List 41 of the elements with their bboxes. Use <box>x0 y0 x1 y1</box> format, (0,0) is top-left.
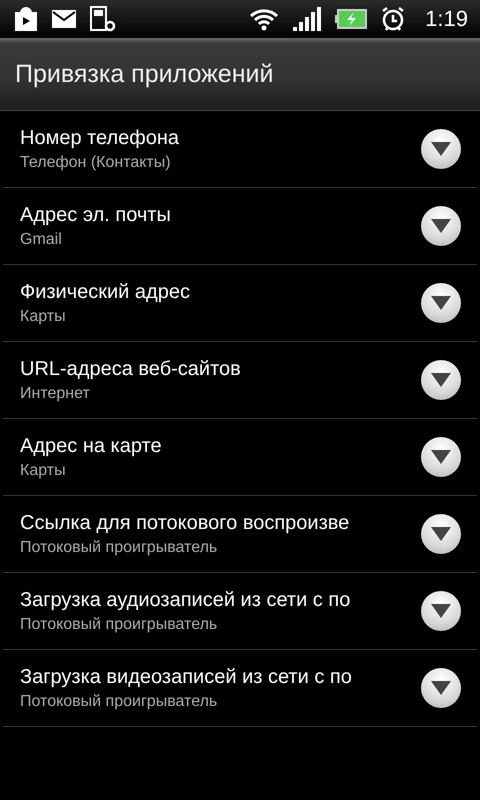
clock-time: 1:19 <box>425 6 468 32</box>
caret-icon <box>431 527 451 541</box>
dropdown-button[interactable] <box>421 129 461 169</box>
item-subtitle: Телефон (Контакты) <box>20 154 171 172</box>
battery-charging-icon <box>335 9 368 29</box>
caret-icon <box>431 681 451 695</box>
signal-icon <box>293 7 322 31</box>
dropdown-button[interactable] <box>421 591 461 631</box>
dropdown-button[interactable] <box>421 283 461 323</box>
item-title: Адрес на карте <box>20 434 162 458</box>
dropdown-button[interactable] <box>421 437 461 477</box>
caret-icon <box>431 450 451 464</box>
caret-icon <box>431 296 451 310</box>
item-subtitle: Интернет <box>20 384 90 402</box>
wifi-icon <box>249 7 280 31</box>
screen-title: Привязка приложений <box>15 60 274 88</box>
item-title: Физический адрес <box>20 280 190 304</box>
item-title: Ссылка для потокового воспроизве <box>20 512 350 534</box>
item-title: Номер телефона <box>20 126 180 150</box>
item-title: Загрузка аудиозаписей из сети с по <box>20 588 350 612</box>
caret-icon <box>431 142 451 156</box>
caret-icon <box>431 219 451 233</box>
item-title: Адрес эл. почты <box>20 204 171 226</box>
item-title: Загрузка видеозаписей из сети с по <box>20 666 352 688</box>
item-subtitle: Карты <box>20 462 66 480</box>
dropdown-button[interactable] <box>421 668 461 708</box>
caret-icon <box>431 604 451 618</box>
dropdown-button[interactable] <box>421 514 461 554</box>
item-subtitle: Потоковый проигрыватель <box>20 538 218 556</box>
dropdown-button[interactable] <box>421 360 461 400</box>
mail-icon <box>52 10 76 28</box>
item-subtitle: Карты <box>20 308 66 326</box>
alarm-icon <box>381 6 406 32</box>
item-title: URL-адреса веб-сайтов <box>20 358 241 380</box>
item-subtitle: Gmail <box>20 230 62 248</box>
device-settings-icon <box>90 6 116 32</box>
caret-icon <box>431 373 451 387</box>
play-store-icon <box>14 7 38 31</box>
item-subtitle: Потоковый проигрыватель <box>20 692 218 710</box>
dropdown-button[interactable] <box>421 206 461 246</box>
item-subtitle: Потоковый проигрыватель <box>20 616 218 634</box>
